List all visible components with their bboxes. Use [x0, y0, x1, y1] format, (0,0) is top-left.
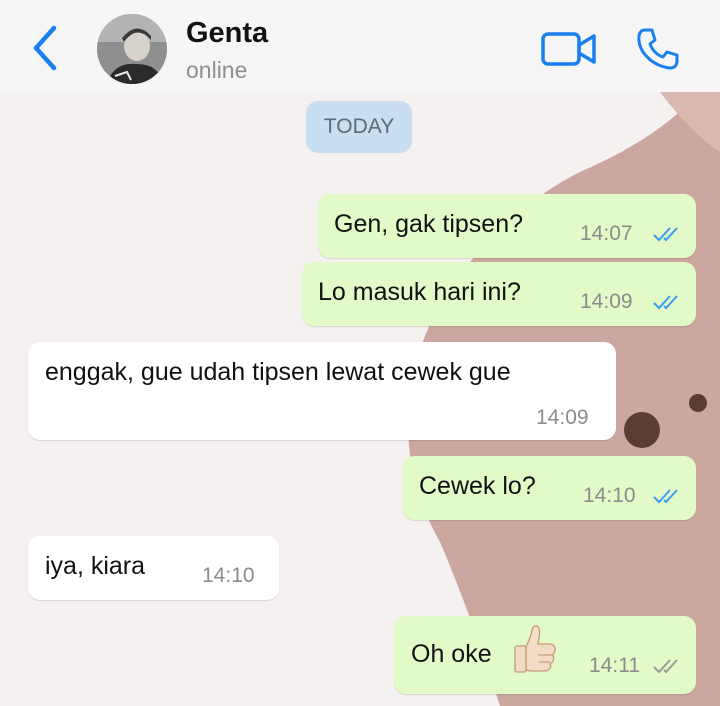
message-time: 14:11 — [589, 654, 640, 677]
contact-avatar[interactable] — [97, 14, 167, 84]
read-ticks-icon — [653, 227, 678, 242]
video-camera-icon[interactable] — [540, 28, 598, 70]
message-time: 14:10 — [583, 484, 636, 507]
message-text: Lo masuk hari ini? — [318, 278, 521, 306]
message-time: 14:09 — [580, 290, 633, 313]
chevron-left-icon[interactable] — [30, 24, 60, 72]
outgoing-message[interactable]: Cewek lo? 14:10 — [403, 456, 696, 520]
incoming-message[interactable]: enggak, gue udah tipsen lewat cewek gue … — [28, 342, 616, 440]
chat-area[interactable]: TODAY Gen, gak tipsen? 14:07 Lo masuk ha… — [0, 92, 720, 706]
incoming-message[interactable]: iya, kiara 14:10 — [28, 536, 279, 600]
thumbs-up-icon — [514, 625, 556, 673]
delivered-ticks-icon — [653, 659, 678, 674]
message-text: Oh oke — [411, 640, 492, 668]
contact-name[interactable]: Genta — [186, 17, 268, 50]
outgoing-message[interactable]: Lo masuk hari ini? 14:09 — [302, 262, 696, 326]
date-separator: TODAY — [306, 101, 412, 153]
read-ticks-icon — [653, 295, 678, 310]
outgoing-message[interactable]: Oh oke 14:11 — [394, 616, 696, 694]
contact-status: online — [186, 57, 248, 83]
message-time: 14:09 — [536, 406, 589, 429]
outgoing-message[interactable]: Gen, gak tipsen? 14:07 — [318, 194, 696, 258]
message-text: enggak, gue udah tipsen lewat cewek gue — [45, 358, 511, 386]
phone-icon[interactable] — [635, 26, 681, 72]
chat-header: Genta online — [0, 0, 720, 92]
read-ticks-icon — [653, 489, 678, 504]
message-time: 14:10 — [202, 564, 255, 587]
message-text: Cewek lo? — [419, 472, 536, 500]
message-text: iya, kiara — [45, 552, 146, 580]
message-text: Gen, gak tipsen? — [334, 210, 524, 238]
message-time: 14:07 — [580, 222, 633, 245]
